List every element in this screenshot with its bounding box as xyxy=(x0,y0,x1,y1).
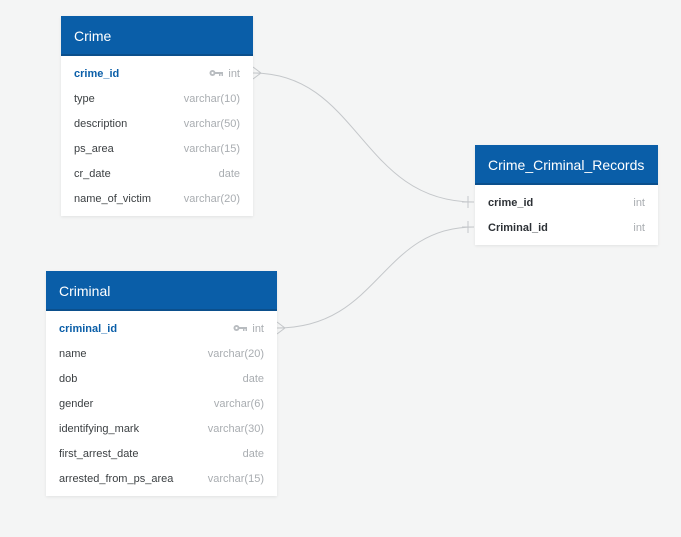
column-row-arrested-from-ps-area[interactable]: arrested_from_ps_area varchar(15) xyxy=(46,467,277,492)
column-type: varchar(15) xyxy=(207,473,264,485)
column-type: varchar(15) xyxy=(183,143,240,155)
table-crime-criminal-records[interactable]: Crime_Criminal_Records crime_id int Crim… xyxy=(475,145,658,245)
column-type: varchar(20) xyxy=(183,193,240,205)
column-name: type xyxy=(74,93,95,105)
column-name: Criminal_id xyxy=(488,222,548,234)
column-name: identifying_mark xyxy=(59,423,140,435)
table-body-crime: crime_id int type varchar(10) descriptio… xyxy=(61,56,253,216)
column-row-name[interactable]: name varchar(20) xyxy=(46,342,277,367)
column-name: crime_id xyxy=(488,197,534,209)
key-icon xyxy=(209,70,224,77)
column-type: varchar(50) xyxy=(183,118,240,130)
column-type: int xyxy=(209,62,240,87)
column-type: varchar(30) xyxy=(207,423,264,435)
column-name: arrested_from_ps_area xyxy=(59,473,174,485)
column-name: name_of_victim xyxy=(74,193,152,205)
column-type: date xyxy=(242,448,264,460)
table-criminal[interactable]: Criminal criminal_id int name varchar(20… xyxy=(46,271,277,496)
relation-crime-to-records xyxy=(252,72,475,203)
column-name: dob xyxy=(59,373,78,385)
diagram-canvas: Crime crime_id int type varchar(10) desc… xyxy=(0,0,681,537)
column-row-first-arrest-date[interactable]: first_arrest_date date xyxy=(46,442,277,467)
one-marker-records-crime xyxy=(462,196,474,208)
column-type: date xyxy=(242,373,264,385)
table-crime[interactable]: Crime crime_id int type varchar(10) desc… xyxy=(61,16,253,216)
column-type: varchar(6) xyxy=(213,398,264,410)
one-marker-records-criminal xyxy=(462,221,474,233)
column-row-crime-id[interactable]: crime_id int xyxy=(61,62,253,87)
crows-foot-criminal xyxy=(276,321,286,335)
column-row-crime-id[interactable]: crime_id int xyxy=(475,191,658,216)
column-name: crime_id xyxy=(74,68,120,80)
column-type: int xyxy=(233,317,264,342)
column-type: varchar(10) xyxy=(183,93,240,105)
column-row-ps-area[interactable]: ps_area varchar(15) xyxy=(61,137,253,162)
key-icon xyxy=(233,325,248,332)
table-header-criminal[interactable]: Criminal xyxy=(46,271,277,311)
table-body-records: crime_id int Criminal_id int xyxy=(475,185,658,245)
column-type: int xyxy=(633,222,645,234)
column-row-cr-date[interactable]: cr_date date xyxy=(61,162,253,187)
column-row-name-of-victim[interactable]: name_of_victim varchar(20) xyxy=(61,187,253,212)
column-name: ps_area xyxy=(74,143,114,155)
column-row-type[interactable]: type varchar(10) xyxy=(61,87,253,112)
column-type-text: int xyxy=(252,323,264,335)
column-row-identifying-mark[interactable]: identifying_mark varchar(30) xyxy=(46,417,277,442)
column-name: description xyxy=(74,118,128,130)
crows-foot-crime xyxy=(252,66,262,80)
column-name: cr_date xyxy=(74,168,111,180)
column-name: criminal_id xyxy=(59,323,118,335)
column-row-description[interactable]: description varchar(50) xyxy=(61,112,253,137)
relation-criminal-to-records xyxy=(276,226,475,329)
column-name: gender xyxy=(59,398,94,410)
table-header-crime[interactable]: Crime xyxy=(61,16,253,56)
column-type: varchar(20) xyxy=(207,348,264,360)
column-row-dob[interactable]: dob date xyxy=(46,367,277,392)
table-body-criminal: criminal_id int name varchar(20) dob dat… xyxy=(46,311,277,496)
column-type: int xyxy=(633,197,645,209)
column-name: first_arrest_date xyxy=(59,448,139,460)
column-type: date xyxy=(218,168,240,180)
table-header-crime-criminal-records[interactable]: Crime_Criminal_Records xyxy=(475,145,658,185)
column-type-text: int xyxy=(228,68,240,80)
column-row-criminal-id[interactable]: Criminal_id int xyxy=(475,216,658,241)
column-row-gender[interactable]: gender varchar(6) xyxy=(46,392,277,417)
column-name: name xyxy=(59,348,87,360)
column-row-criminal-id[interactable]: criminal_id int xyxy=(46,317,277,342)
